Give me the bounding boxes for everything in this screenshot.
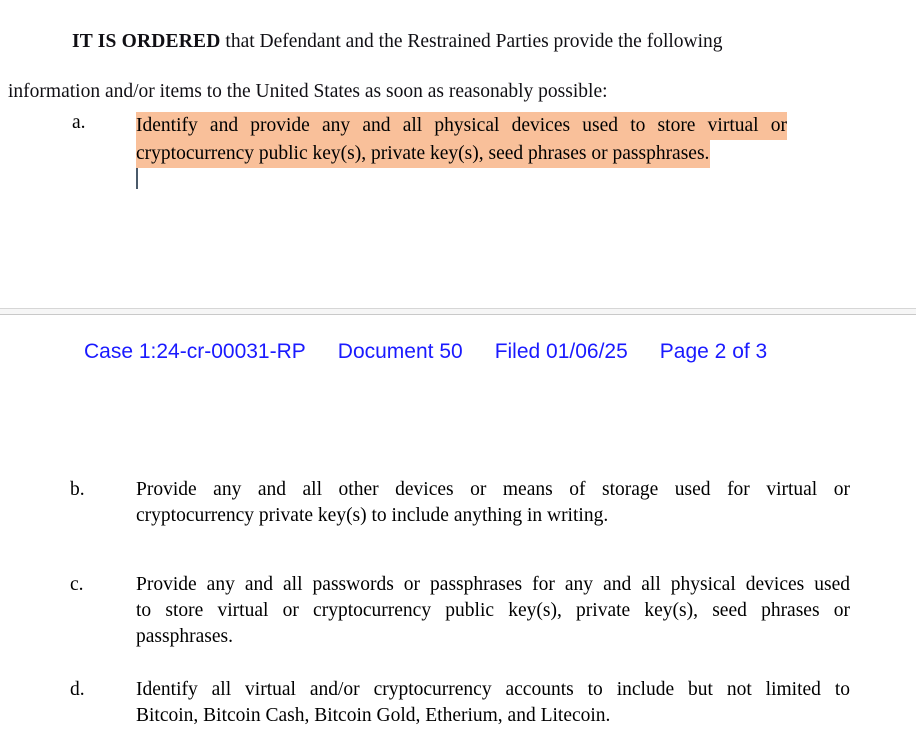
list-item-d-line-1: Identify all virtual and/or cryptocurren…: [136, 679, 850, 700]
page-break-divider: [0, 308, 916, 320]
it-is-ordered-rest: that Defendant and the Restrained Partie…: [220, 30, 723, 52]
page-fragment-top: IT IS ORDERED that Defendant and the Res…: [0, 0, 916, 308]
divider-rule-bottom: [0, 314, 916, 315]
document-page: IT IS ORDERED that Defendant and the Res…: [0, 0, 916, 732]
ecf-document-number: Document 50: [337, 340, 463, 363]
list-item-d-marker: d.: [70, 679, 85, 700]
paragraph-it-is-ordered: IT IS ORDERED that Defendant and the Res…: [8, 30, 852, 52]
it-is-ordered-bold: IT IS ORDERED: [72, 30, 221, 52]
ecf-filed-date: Filed 01/06/25: [494, 340, 628, 363]
list-item-c-marker: c.: [70, 574, 84, 595]
list-item-a-content[interactable]: Identify and provide any and all physica…: [136, 112, 787, 190]
list-item-c-line-3: passphrases.: [136, 626, 233, 647]
list-item-c-content: Provide any and all passwords or passphr…: [136, 572, 850, 650]
list-item-a-marker: a.: [72, 112, 86, 133]
list-item-d-line-2: Bitcoin, Bitcoin Cash, Bitcoin Gold, Eth…: [136, 705, 611, 726]
ecf-filing-header: Case 1:24-cr-00031-RP Document 50 Filed 01…: [84, 340, 767, 364]
list-item-c-line-1: Provide any and all passwords or passphr…: [136, 574, 850, 595]
paragraph-information-items: information and/or items to the United S…: [8, 80, 608, 102]
list-item-b-marker: b.: [70, 479, 85, 500]
list-item-d-content: Identify all virtual and/or cryptocurren…: [136, 677, 850, 729]
ecf-page-label: Page 2 of 3: [659, 340, 768, 363]
text-caret: [136, 168, 138, 189]
ecf-case-number: Case 1:24-cr-00031-RP: [84, 340, 306, 363]
list-item-b-line-2: cryptocurrency private key(s) to include…: [136, 505, 609, 526]
list-item-c-line-2: to store virtual or cryptocurrency publi…: [136, 600, 850, 621]
list-item-a-line-2: cryptocurrency public key(s), private ke…: [136, 140, 711, 168]
list-item-b-content: Provide any and all other devices or mea…: [136, 477, 850, 529]
list-item-b-line-1: Provide any and all other devices or mea…: [136, 479, 850, 500]
list-item-a-line-1: Identify and provide any and all physica…: [136, 112, 787, 140]
